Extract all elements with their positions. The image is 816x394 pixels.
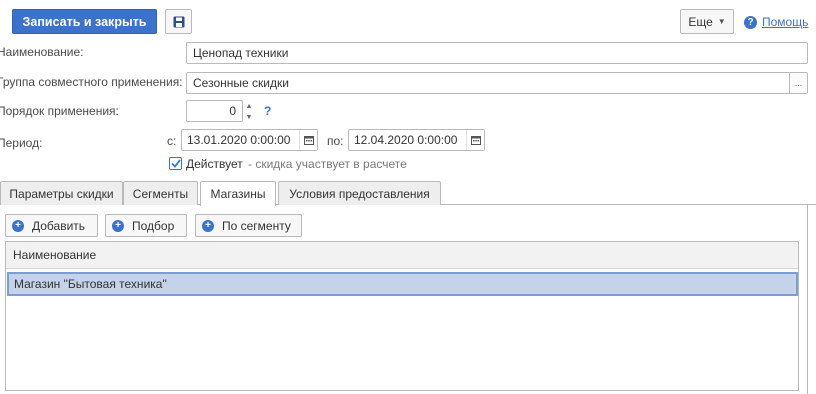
name-label: Наименование: <box>0 45 84 59</box>
order-input[interactable]: 0 ▲ ▼ <box>186 100 252 122</box>
column-header-name[interactable]: Наименование <box>6 242 798 269</box>
select-button[interactable]: + Подбор <box>105 214 187 237</box>
table-row[interactable]: Магазин "Бытовая техника" <box>7 272 798 296</box>
add-button[interactable]: + Добавить <box>5 214 98 237</box>
period-label: Период: <box>0 136 43 150</box>
period-from-value: 13.01.2020 0:00:00 <box>187 133 291 147</box>
plus-circle-icon: + <box>202 219 214 232</box>
chevron-down-icon: ▼ <box>717 17 726 26</box>
order-label: Порядок применения: <box>0 104 119 118</box>
stepper-down-icon[interactable]: ▼ <box>243 112 255 123</box>
tab-conditions[interactable]: Условия предоставления <box>278 181 441 205</box>
group-field[interactable]: Сезонные скидки ... <box>186 72 808 94</box>
plus-circle-icon: + <box>112 219 124 232</box>
checkmark-icon <box>170 159 181 168</box>
period-to-value: 12.04.2020 0:00:00 <box>354 133 458 147</box>
tab-stores[interactable]: Магазины <box>200 181 276 206</box>
group-label: Группа совместного применения: <box>0 75 183 89</box>
order-value: 0 <box>229 104 236 118</box>
name-value: Ценопад техники <box>193 46 289 60</box>
period-from-input[interactable]: 13.01.2020 0:00:00 <box>181 129 318 151</box>
save-button[interactable] <box>165 9 192 34</box>
stores-table[interactable]: Наименование Магазин "Бытовая техника" <box>5 241 799 391</box>
active-hint: - скидка участвует в расчете <box>248 157 407 171</box>
by-segment-label: По сегменту <box>222 218 291 233</box>
order-help-icon[interactable]: ? <box>264 104 271 118</box>
question-circle-icon: ? <box>744 15 757 29</box>
calendar-icon[interactable] <box>299 130 317 150</box>
period-to-label: по: <box>327 134 344 148</box>
row-name-cell: Магазин "Бытовая техника" <box>14 277 167 291</box>
active-checkbox[interactable] <box>169 157 182 170</box>
floppy-disk-icon <box>173 16 184 27</box>
name-field[interactable]: Ценопад техники <box>186 42 808 64</box>
help-link[interactable]: Помощь <box>762 15 808 29</box>
select-label: Подбор <box>132 218 175 233</box>
calendar-icon[interactable] <box>466 130 484 150</box>
plus-circle-icon: + <box>12 219 24 232</box>
tab-discount-params[interactable]: Параметры скидки <box>0 181 123 205</box>
period-from-label: с: <box>167 134 177 148</box>
group-choice-button[interactable]: ... <box>789 73 807 93</box>
add-label: Добавить <box>32 218 86 233</box>
help-link-group[interactable]: ? Помощь <box>744 13 808 31</box>
save-and-close-button[interactable]: Записать и закрыть <box>12 9 157 34</box>
period-to-input[interactable]: 12.04.2020 0:00:00 <box>348 129 485 151</box>
more-menu-button[interactable]: Еще ▼ <box>680 9 734 34</box>
active-label[interactable]: Действует <box>186 157 243 171</box>
stepper-up-icon[interactable]: ▲ <box>243 101 255 112</box>
more-label: Еще <box>688 14 713 29</box>
by-segment-button[interactable]: + По сегменту <box>195 214 302 237</box>
order-stepper[interactable]: ▲ ▼ <box>243 101 255 123</box>
group-value: Сезонные скидки <box>193 76 289 90</box>
tab-segments[interactable]: Сегменты <box>123 181 198 205</box>
